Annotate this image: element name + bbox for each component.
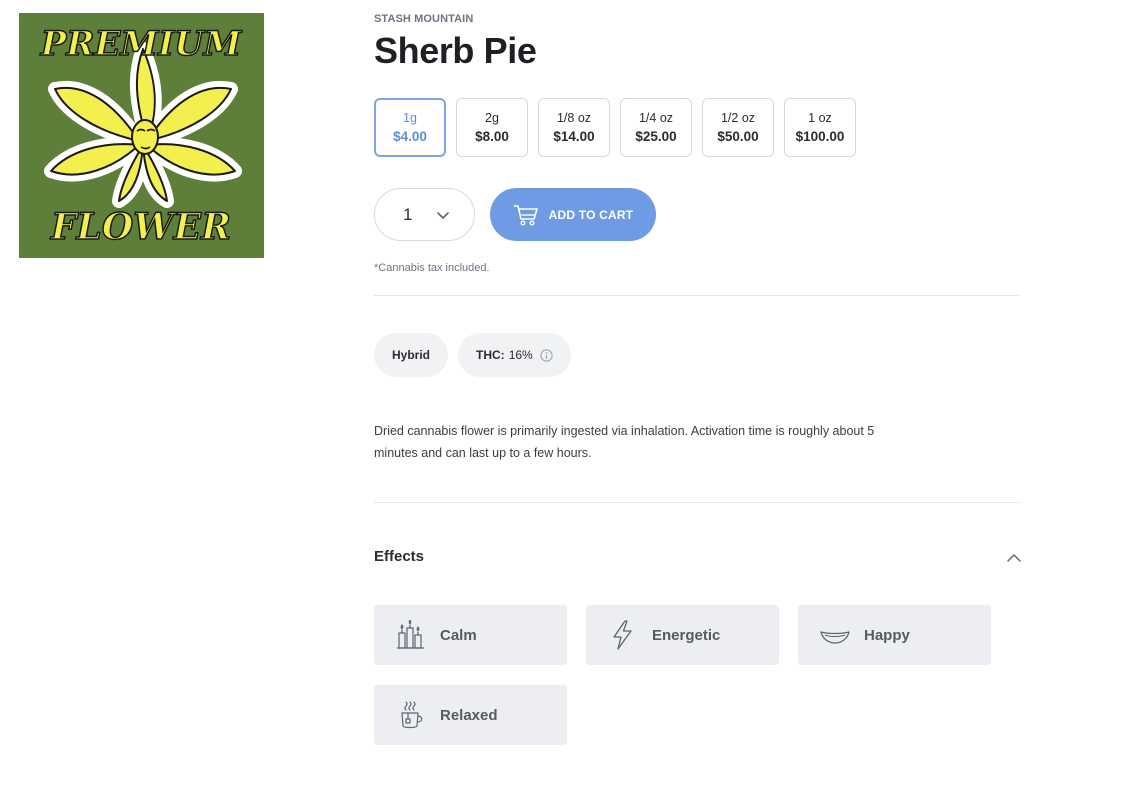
weight-option[interactable]: 1/2 oz $50.00	[702, 98, 774, 157]
product-title: Sherb Pie	[374, 30, 537, 71]
smile-icon	[820, 631, 850, 644]
weight-label: 1/8 oz	[556, 110, 592, 125]
tea-cup-icon	[401, 701, 423, 729]
tax-note: *Cannabis tax included.	[374, 262, 490, 274]
strain-type: Hybrid	[392, 348, 431, 362]
weight-price: $100.00	[795, 128, 845, 144]
logo-text-bottom: FLOWER	[50, 206, 231, 248]
effect-calm: Calm	[374, 605, 567, 665]
strain-type-tag: Hybrid	[374, 333, 449, 377]
weight-option[interactable]: 1/8 oz $14.00	[538, 98, 610, 157]
product-image: PREMIUM FLOWER	[19, 13, 264, 258]
divider	[374, 502, 1021, 503]
effect-name: Happy	[864, 626, 910, 644]
weight-price: $8.00	[475, 128, 509, 144]
thc-tag: THC: 16%	[458, 333, 571, 377]
weight-option[interactable]: 1/4 oz $25.00	[620, 98, 692, 157]
weight-options: 1g $4.00 2g $8.00 1/8 oz $14.00 1/4 oz $…	[374, 98, 856, 157]
chevron-down-icon	[437, 212, 449, 219]
effect-name: Relaxed	[440, 706, 498, 724]
weight-label: 1/2 oz	[720, 110, 756, 125]
effect-energetic: Energetic	[586, 605, 779, 665]
chevron-up-icon[interactable]	[1006, 551, 1022, 565]
weight-option[interactable]: 1g $4.00	[374, 98, 446, 157]
effect-relaxed: Relaxed	[374, 685, 567, 745]
weight-label: 1/4 oz	[638, 110, 674, 125]
logo-text-top: PREMIUM	[40, 24, 243, 64]
effect-happy: Happy	[798, 605, 991, 665]
weight-price: $4.00	[393, 128, 427, 144]
weight-label: 1g	[403, 110, 417, 125]
effect-name: Calm	[440, 626, 477, 644]
info-icon[interactable]	[540, 348, 553, 362]
product-description: Dried cannabis flower is primarily inges…	[374, 424, 875, 460]
premium-flower-logo: PREMIUM FLOWER	[19, 13, 264, 258]
weight-option[interactable]: 1 oz $100.00	[784, 98, 856, 157]
weight-label: 1 oz	[808, 110, 832, 125]
product-tags: Hybrid THC: 16%	[374, 333, 571, 377]
divider	[374, 295, 1021, 296]
brand-name[interactable]: STASH MOUNTAIN	[374, 13, 473, 25]
weight-label: 2g	[485, 110, 499, 125]
weight-price: $50.00	[717, 128, 759, 144]
thc-label: THC:	[476, 348, 505, 362]
thc-value: 16%	[508, 348, 533, 362]
effects-heading[interactable]: Effects	[374, 548, 424, 565]
add-to-cart-label: ADD TO CART	[548, 207, 634, 222]
quantity-select[interactable]: 1	[374, 188, 475, 241]
candles-icon	[397, 620, 424, 649]
quantity-value: 1	[403, 204, 413, 224]
weight-option[interactable]: 2g $8.00	[456, 98, 528, 157]
add-to-cart-button[interactable]: ADD TO CART	[490, 188, 656, 241]
weight-price: $14.00	[553, 128, 595, 144]
lightning-icon	[613, 620, 632, 650]
weight-price: $25.00	[635, 128, 677, 144]
effect-name: Energetic	[652, 626, 721, 644]
cart-icon	[513, 204, 538, 226]
